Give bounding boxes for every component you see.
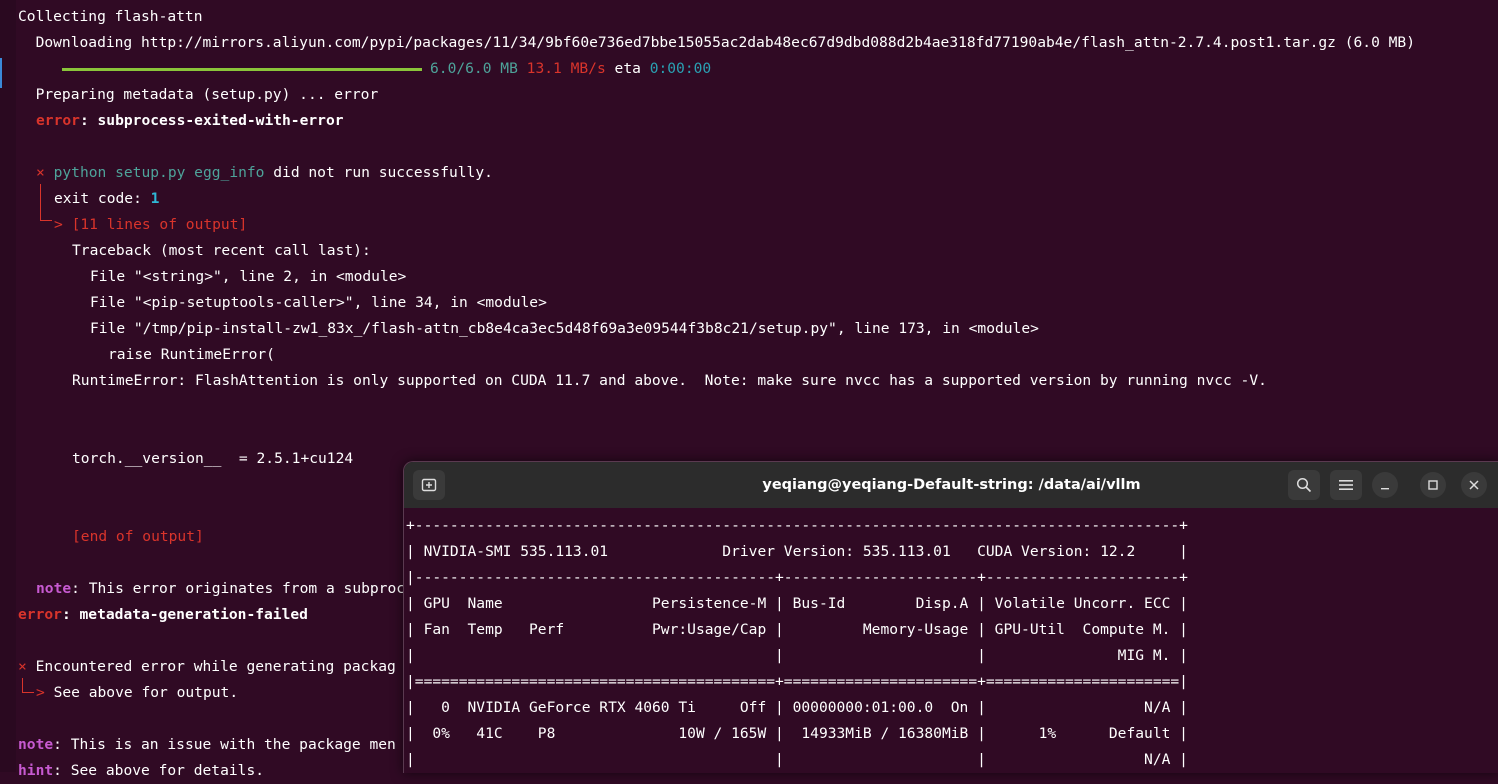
cmd-text: python setup.py egg_info [53,164,265,181]
nvidia-smi-line: | 0% 41C P8 10W / 165W | 14933MiB / 1638… [406,725,1188,742]
nvidia-smi-line: | | | MIG M. | [406,647,1188,664]
error-label: error [36,112,80,129]
search-button[interactable] [1288,470,1320,500]
nvidia-smi-line: | Fan Temp Perf Pwr:Usage/Cap | Memory-U… [406,621,1188,638]
error-label: error [18,606,62,623]
nvidia-smi-line: | GPU Name Persistence-M | Bus-Id Disp.A… [406,595,1188,612]
traceback-line: File "<string>", line 2, in <module> [90,268,407,285]
minimize-button[interactable] [1372,472,1398,498]
tree-branch [22,692,34,693]
nvidia-smi-line: |=======================================… [406,673,1188,690]
search-icon [1296,477,1312,493]
lines-of-output: > [11 lines of output] [54,216,248,233]
progress-size: 6.0/6.0 MB [430,60,518,77]
hamburger-menu-icon [1339,480,1353,490]
note-line-2: note: This is an issue with the package … [18,732,396,758]
progress-speed: 13.1 MB/s [526,60,606,77]
maximize-button[interactable] [1420,472,1446,498]
progress-eta-label: eta [614,60,641,77]
nvidia-smi-line: |---------------------------------------… [406,569,1188,586]
hint-line: hint: See above for details. [18,758,264,784]
preparing-line: Preparing metadata (setup.py) ... error [18,86,379,103]
traceback-line: raise RuntimeError( [108,346,275,363]
maximize-icon [1428,480,1438,490]
see-above-line: > See above for output. [36,680,238,706]
note-text: : This error originates from a subprocc [71,580,414,597]
torch-version-line: torch.__version__ = 2.5.1+cu124 [72,450,354,467]
tree-line [22,678,23,692]
exit-code-line: exit code: 1 [54,186,159,212]
close-icon [1469,480,1479,490]
traceback-line: File "/tmp/pip-install-zw1_83x_/flash-at… [90,320,1039,337]
nvidia-smi-line: | | | N/A | [406,751,1188,768]
window-titlebar[interactable]: yeqiang@yeqiang-Default-string: /data/ai… [404,462,1498,508]
hint-label: hint [18,762,54,779]
traceback-line: File "<pip-setuptools-caller>", line 34,… [90,294,547,311]
error-line-1: error: subprocess-exited-with-error [36,108,344,134]
runtime-error-line: RuntimeError: FlashAttention is only sup… [72,372,1267,389]
cmd-line: × python setup.py egg_info did not run s… [36,160,493,186]
progress-bar [62,67,422,71]
x-icon: × [36,164,45,181]
x-icon: × [18,658,27,675]
exit-value: 1 [150,190,160,207]
note-label: note [18,736,54,753]
encountered-line: × Encountered error while generating pac… [18,654,396,680]
nvidia-smi-line: | 0 NVIDIA GeForce RTX 4060 Ti Off | 000… [406,699,1188,716]
nvidia-smi-line: | NVIDIA-SMI 535.113.01 Driver Version: … [406,543,1188,560]
note-line-1: note: This error originates from a subpr… [36,576,414,602]
traceback-header: Traceback (most recent call last): [72,242,371,259]
cmd-suffix: did not run successfully. [264,164,493,181]
encountered-text: Encountered error while generating packa… [26,658,396,675]
error-message: : metadata-generation-failed [61,606,308,623]
arrow-icon: > [36,684,45,701]
exit-label: exit code: [54,190,151,207]
note-text: : This is an issue with the package men [53,736,396,753]
downloading-line: Downloading http://mirrors.aliyun.com/py… [18,34,1416,51]
hint-text: : See above for details. [53,762,265,779]
note-label: note [36,580,72,597]
tree-line [40,184,41,220]
overlay-terminal-window[interactable]: yeqiang@yeqiang-Default-string: /data/ai… [403,461,1498,773]
nvidia-smi-line: +---------------------------------------… [406,517,1188,534]
error-line-2: error: metadata-generation-failed [18,602,308,628]
close-button[interactable] [1461,472,1487,498]
error-message: : subprocess-exited-with-error [79,112,344,129]
end-of-output: [end of output] [72,528,204,545]
progress-eta-value: 0:00:00 [649,60,712,77]
see-above-text: See above for output. [53,684,239,701]
menu-button[interactable] [1330,470,1362,500]
minimize-icon [1381,488,1389,490]
tree-branch [40,220,52,221]
collecting-line: Collecting flash-attn [18,8,203,25]
progress-line: 6.0/6.0 MB 13.1 MB/s eta 0:00:00 [62,56,711,82]
